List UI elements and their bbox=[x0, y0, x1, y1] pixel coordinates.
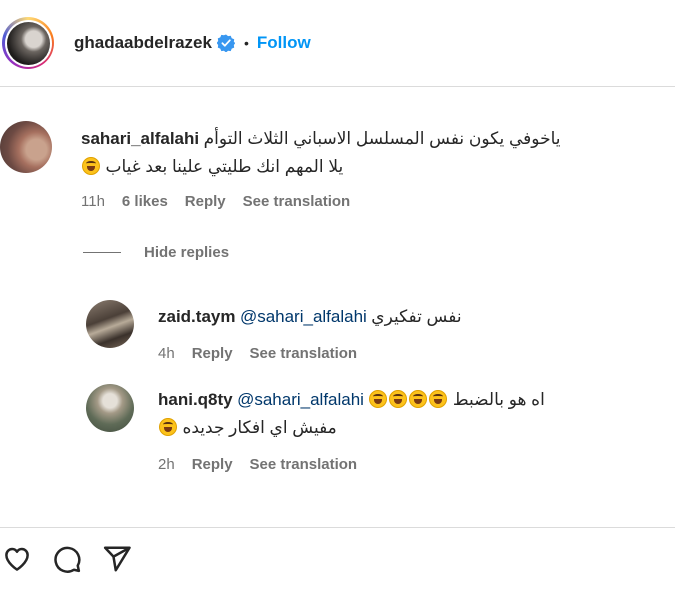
comment-text-line2: يلا المهم انك طليتي علينا بعد غياب bbox=[105, 157, 344, 176]
reply-line2: مفيش اي افكار جديده bbox=[158, 418, 337, 438]
reply-username[interactable]: zaid.taym bbox=[158, 307, 235, 326]
comment-reply-button[interactable]: Reply bbox=[185, 193, 226, 210]
owner-avatar-ring[interactable] bbox=[2, 17, 54, 69]
actions-divider bbox=[0, 527, 675, 528]
tears-of-joy-emoji-icon bbox=[389, 390, 408, 408]
hide-replies-label: Hide replies bbox=[144, 244, 230, 261]
reply-meta: 2h Reply See translation bbox=[158, 456, 357, 473]
tears-of-joy-emoji-icon bbox=[159, 418, 177, 436]
hide-replies-line bbox=[83, 252, 121, 253]
hide-replies-button[interactable]: Hide replies bbox=[83, 244, 229, 261]
comment-translate-button[interactable]: See translation bbox=[243, 193, 351, 210]
reply-meta: 4h Reply See translation bbox=[158, 345, 357, 362]
reply-username[interactable]: hani.q8ty bbox=[158, 390, 233, 409]
tears-of-joy-emoji-icon bbox=[409, 390, 428, 408]
reply-text-line2: مفيش اي افكار جديده bbox=[182, 418, 337, 437]
header-separator: • bbox=[243, 35, 249, 51]
comment-text-line1: ياخوفي يكون نفس المسلسل الاسباني الثلاث … bbox=[203, 129, 561, 148]
owner-username[interactable]: ghadaabdelrazek bbox=[74, 33, 212, 53]
reply-reply-button[interactable]: Reply bbox=[192, 345, 233, 362]
tears-of-joy-emoji-icon bbox=[369, 390, 388, 408]
reply-text: نفس تفكيري bbox=[371, 307, 462, 326]
reply-time: 2h bbox=[158, 456, 175, 473]
comment-icon[interactable] bbox=[52, 544, 82, 574]
header-divider bbox=[0, 86, 675, 87]
grinning-sweat-emoji-icon bbox=[82, 157, 100, 175]
reply-avatar-hani[interactable] bbox=[86, 384, 134, 432]
comment-likes-link[interactable]: 6 likes bbox=[122, 193, 168, 210]
reply-reply-button[interactable]: Reply bbox=[192, 456, 233, 473]
reply-line: zaid.taym @sahari_alfalahi نفس تفكيري bbox=[158, 307, 462, 327]
post-header: ghadaabdelrazek • Follow bbox=[0, 0, 675, 86]
comment-time: 11h bbox=[81, 193, 105, 210]
main-comment-line1: sahari_alfalahi ياخوفي يكون نفس المسلسل … bbox=[81, 129, 561, 149]
verified-badge-icon bbox=[216, 34, 235, 52]
post-actions bbox=[0, 544, 132, 574]
reply-mention[interactable]: @sahari_alfalahi bbox=[240, 307, 367, 326]
comment-username[interactable]: sahari_alfalahi bbox=[81, 129, 199, 148]
reply-text-line1: اه هو بالضبط bbox=[452, 390, 545, 409]
reply-line: hani.q8ty @sahari_alfalahi اه هو بالضبط bbox=[158, 390, 545, 410]
reply-mention[interactable]: @sahari_alfalahi bbox=[237, 390, 364, 409]
follow-button[interactable]: Follow bbox=[257, 33, 311, 53]
owner-avatar[interactable] bbox=[6, 21, 50, 65]
heart-icon[interactable] bbox=[2, 544, 32, 574]
reply-translate-button[interactable]: See translation bbox=[250, 345, 358, 362]
reply-avatar-zaid[interactable] bbox=[86, 300, 134, 348]
commenter-avatar[interactable] bbox=[0, 121, 52, 173]
reply-translate-button[interactable]: See translation bbox=[250, 456, 358, 473]
main-comment-line2: يلا المهم انك طليتي علينا بعد غياب bbox=[81, 157, 343, 177]
tears-of-joy-emoji-icon bbox=[429, 390, 448, 408]
main-comment-meta: 11h 6 likes Reply See translation bbox=[81, 193, 350, 210]
reply-time: 4h bbox=[158, 345, 175, 362]
share-icon[interactable] bbox=[102, 544, 132, 574]
